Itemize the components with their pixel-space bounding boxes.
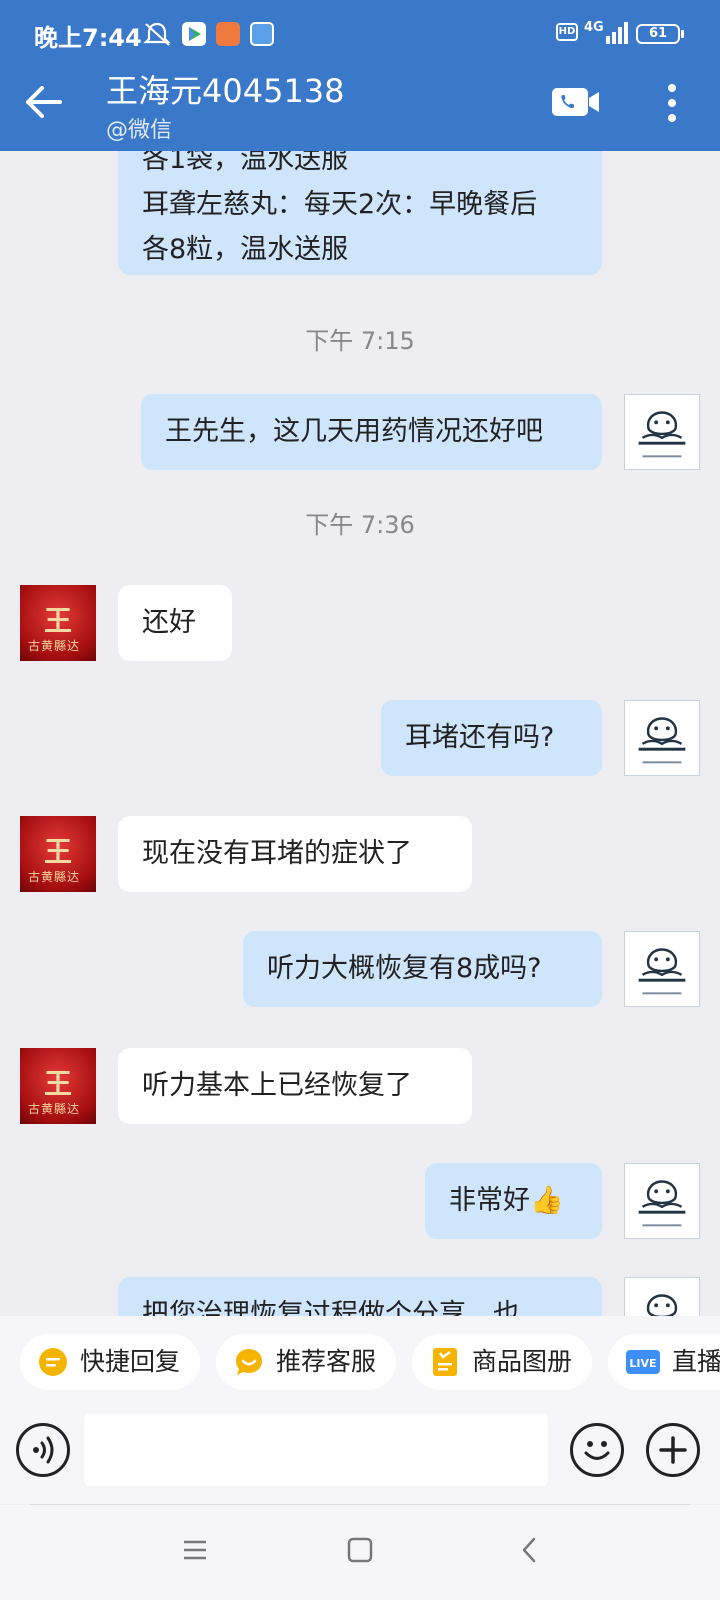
contact-source: @微信 xyxy=(106,118,173,143)
avatar-subtext: 古黄縣达 xyxy=(28,1102,81,1116)
my-avatar[interactable] xyxy=(624,700,700,776)
message-bubble-incoming[interactable]: 现在没有耳堵的症状了 xyxy=(118,816,472,892)
hospital-logo-icon xyxy=(638,948,686,995)
avatar-glyph: 王 xyxy=(44,1067,73,1100)
recommend-service-icon xyxy=(236,1349,262,1375)
chip-label: 推荐客服 xyxy=(276,1347,377,1376)
hd-voice-icon: HD xyxy=(556,23,578,41)
hospital-logo-icon xyxy=(638,1180,686,1227)
chip-label: 快捷回复 xyxy=(80,1347,181,1376)
message-bubble-outgoing[interactable]: 各1袋，温水送服 耳聋左慈丸：每天2次：早晚餐后 各8粒，温水送服 xyxy=(118,151,602,275)
contact-avatar[interactable]: 王 古黄縣达 xyxy=(20,585,96,661)
contact-avatar[interactable]: 王 古黄縣达 xyxy=(20,816,96,892)
message-bubble-outgoing[interactable]: 把您治理恢复过程做个分享，也 xyxy=(118,1277,602,1316)
avatar-subtext: 古黄縣达 xyxy=(28,870,81,884)
plus-icon xyxy=(659,1436,687,1464)
voice-input-button[interactable] xyxy=(16,1423,70,1477)
message-bubble-outgoing[interactable]: 听力大概恢复有8成吗? xyxy=(243,931,602,1007)
contact-avatar[interactable]: 王 古黄縣达 xyxy=(20,1048,96,1124)
status-bar: 晚上7:44 HD 4G 61 xyxy=(0,0,720,70)
message-bubble-incoming[interactable]: 听力基本上已经恢复了 xyxy=(118,1048,472,1124)
message-text: 耳聋左慈丸：每天2次：早晚餐后 xyxy=(142,189,538,220)
chip-label: 商品图册 xyxy=(472,1347,573,1376)
my-avatar[interactable] xyxy=(624,1163,700,1239)
avatar-glyph: 王 xyxy=(44,835,73,868)
catalog-chip[interactable]: 商品图册 xyxy=(412,1334,592,1390)
shopping-app-icon xyxy=(216,22,240,46)
mute-notification-icon xyxy=(143,22,171,46)
message-bubble-outgoing[interactable]: 王先生，这几天用药情况还好吧 xyxy=(141,394,602,470)
voice-icon xyxy=(33,1436,54,1464)
quick-reply-chip[interactable]: 快捷回复 xyxy=(20,1334,200,1390)
play-store-icon xyxy=(182,22,206,46)
emoji-icon xyxy=(584,1441,610,1460)
live-icon: LIVE xyxy=(626,1350,660,1374)
message-bubble-incoming[interactable]: 还好 xyxy=(118,585,232,661)
nav-back-icon[interactable] xyxy=(515,1535,545,1565)
live-chip[interactable]: LIVE 直播 xyxy=(608,1334,720,1390)
message-bubble-outgoing[interactable]: 耳堵还有吗? xyxy=(381,700,602,776)
quick-actions-bar[interactable]: 快捷回复 推荐客服 商品图册 LIVE 直播 xyxy=(0,1316,720,1404)
system-navigation-bar xyxy=(0,1505,720,1600)
contact-name[interactable]: 王海元4045138 xyxy=(106,66,345,112)
chat-area[interactable]: 各1袋，温水送服 耳聋左慈丸：每天2次：早晚餐后 各8粒，温水送服 下午 7:1… xyxy=(0,151,720,1316)
live-badge: LIVE xyxy=(629,1357,656,1370)
message-bubble-outgoing[interactable]: 非常好👍 xyxy=(425,1163,602,1239)
more-options-icon[interactable] xyxy=(662,82,682,124)
network-type: 4G xyxy=(584,20,604,35)
my-avatar[interactable] xyxy=(624,394,700,470)
catalog-icon xyxy=(433,1348,457,1376)
recommend-service-chip[interactable]: 推荐客服 xyxy=(216,1334,396,1390)
message-input-row xyxy=(0,1404,720,1504)
avatar-glyph: 王 xyxy=(44,604,73,637)
hospital-logo-icon xyxy=(638,411,686,458)
message-input[interactable] xyxy=(84,1414,548,1486)
message-timestamp: 下午 7:36 xyxy=(305,511,415,539)
wallet-app-icon xyxy=(250,22,274,46)
avatar-subtext: 古黄縣达 xyxy=(28,639,81,653)
quick-reply-icon xyxy=(39,1348,67,1376)
home-icon[interactable] xyxy=(345,1535,375,1565)
message-timestamp: 下午 7:15 xyxy=(305,327,415,355)
my-avatar[interactable] xyxy=(624,1277,700,1316)
app-header: 晚上7:44 HD 4G 61 王海元4045138 @微信 xyxy=(0,0,720,151)
battery-icon xyxy=(681,30,684,38)
back-arrow-icon[interactable] xyxy=(24,82,64,122)
hospital-logo-icon xyxy=(646,1294,678,1316)
message-text: 各1袋，温水送服 xyxy=(142,151,349,175)
emoji-button[interactable] xyxy=(570,1423,624,1477)
signal-icon xyxy=(606,22,630,44)
hospital-logo-icon xyxy=(638,717,686,764)
status-time: 晚上7:44 xyxy=(34,24,142,52)
more-functions-button[interactable] xyxy=(646,1423,700,1477)
my-avatar[interactable] xyxy=(624,931,700,1007)
battery-level: 61 xyxy=(636,24,680,44)
menu-icon[interactable] xyxy=(180,1535,210,1565)
video-call-icon[interactable] xyxy=(552,87,600,117)
message-text: 各8粒，温水送服 xyxy=(142,234,349,265)
chip-label: 直播 xyxy=(672,1347,720,1376)
